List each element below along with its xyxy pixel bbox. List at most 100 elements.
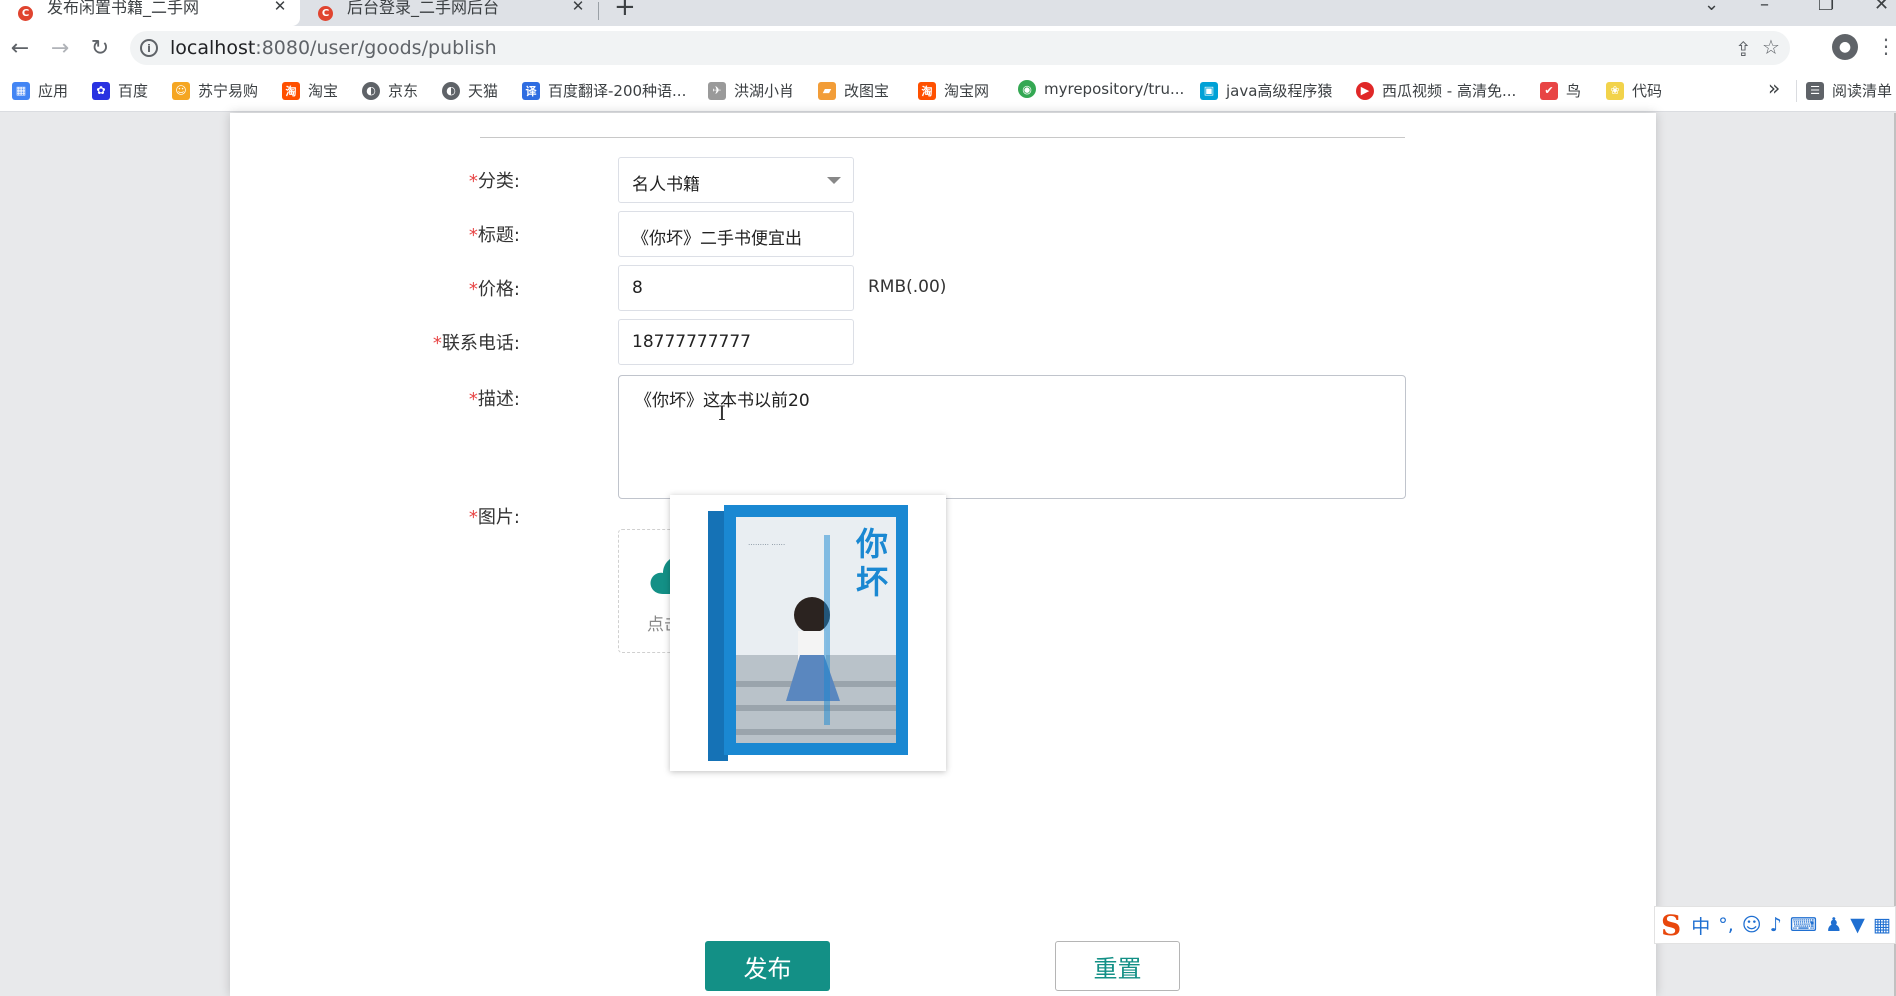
- bookmark-item[interactable]: ✈ 洪湖小肖: [708, 80, 794, 101]
- required-mark: *: [468, 389, 478, 410]
- title-input[interactable]: 《你坏》二手书便宜出: [618, 211, 854, 257]
- image-preview[interactable]: ……… …… 你坏: [670, 495, 946, 771]
- description-textarea[interactable]: 《你坏》这本书以前20: [618, 375, 1406, 499]
- minimize-icon[interactable]: –: [1760, 0, 1769, 15]
- bookmark-item[interactable]: ◉ myrepository/tru...: [1018, 80, 1184, 98]
- bookmark-label: 淘宝网: [944, 82, 990, 100]
- tab-publish[interactable]: C 发布闲置书籍_二手网 ✕: [0, 0, 300, 26]
- reset-button[interactable]: 重置: [1055, 941, 1180, 991]
- required-mark: *: [432, 333, 442, 354]
- bookmark-item[interactable]: ▣ java高级程序猿: [1200, 80, 1332, 101]
- bird-icon: ✔: [1540, 81, 1558, 100]
- restore-icon[interactable]: ❐: [1818, 0, 1834, 15]
- grid-icon[interactable]: ▦: [1873, 914, 1891, 936]
- address-bar[interactable]: i localhost:8080/user/goods/publish ⇪ ☆: [130, 31, 1790, 65]
- folder-icon: ▰: [818, 81, 836, 100]
- chrome-icon: ◉: [1018, 80, 1036, 98]
- sogou-logo-icon[interactable]: S: [1661, 909, 1681, 942]
- globe-icon: ◐: [362, 81, 380, 100]
- bookmark-item[interactable]: 淘 淘宝: [282, 80, 338, 101]
- phone-input[interactable]: 18777777777: [618, 319, 854, 365]
- bookmark-item[interactable]: ◐ 天猫: [442, 80, 498, 101]
- tab-separator: [598, 2, 599, 20]
- microphone-icon[interactable]: ♪: [1770, 914, 1782, 936]
- site-favicon-icon: C: [318, 5, 333, 21]
- category-label: *分类:: [370, 167, 520, 193]
- bookmarks-bar: ▦ 应用 ✿ 百度 ☺ 苏宁易购 淘 淘宝 ◐ 京东 ◐ 天猫 译 百度翻译-2…: [0, 70, 1896, 112]
- ime-toolbar[interactable]: S 中 °, ☺ ♪ ⌨ ♟ ▼ ▦: [1654, 906, 1896, 944]
- bookmark-item[interactable]: ▦ 应用: [12, 80, 68, 101]
- menu-kebab-icon[interactable]: ⋮: [1876, 34, 1896, 58]
- ime-punctuation[interactable]: °,: [1718, 914, 1734, 936]
- bookmark-label: 改图宝: [844, 82, 890, 100]
- bookmark-label: 百度: [118, 82, 149, 100]
- required-mark: *: [468, 507, 478, 528]
- price-input[interactable]: 8: [618, 265, 854, 311]
- site-favicon-icon: C: [18, 5, 33, 21]
- close-tab-icon[interactable]: ✕: [270, 0, 290, 15]
- reading-list-icon: ☰: [1806, 81, 1824, 100]
- bookmark-label: 应用: [38, 82, 69, 100]
- globe-icon: ◐: [442, 81, 460, 100]
- keyboard-icon[interactable]: ⌨: [1790, 914, 1817, 936]
- emoji-icon[interactable]: ☺: [1742, 914, 1762, 936]
- label-text: 标题:: [477, 225, 520, 246]
- price-unit: RMB(.00): [868, 277, 947, 297]
- bookmark-label: 鸟: [1566, 82, 1582, 100]
- bird-icon: ✈: [708, 81, 726, 100]
- apps-grid-icon: ▦: [12, 81, 30, 100]
- leaf-icon: ❀: [1606, 81, 1624, 100]
- tab-search-icon[interactable]: ⌄: [1704, 0, 1719, 15]
- baidu-paw-icon: ✿: [92, 81, 110, 100]
- bilibili-tv-icon: ▣: [1200, 81, 1218, 100]
- translate-icon: 译: [522, 81, 540, 100]
- bookmark-item[interactable]: ▰ 改图宝: [818, 80, 889, 101]
- share-icon[interactable]: ⇪: [1735, 37, 1752, 61]
- bookmark-item[interactable]: ☺ 苏宁易购: [172, 80, 258, 101]
- label-text: 价格:: [477, 279, 520, 300]
- label-text: 图片:: [477, 507, 520, 528]
- bookmark-label: myrepository/tru...: [1044, 80, 1185, 98]
- user-icon[interactable]: ♟: [1825, 914, 1842, 936]
- bookmark-item[interactable]: 译 百度翻译-200种语...: [522, 80, 686, 101]
- bookmark-item[interactable]: ✔ 鸟: [1540, 80, 1581, 101]
- reading-list[interactable]: ☰ 阅读清单: [1806, 80, 1892, 101]
- bookmark-label: 百度翻译-200种语...: [548, 82, 687, 100]
- tab-admin-login[interactable]: C 后台登录_二手网后台 ✕: [300, 0, 598, 26]
- description-label: *描述:: [370, 385, 520, 411]
- image-label: *图片:: [370, 503, 520, 529]
- ime-mode[interactable]: 中: [1691, 912, 1710, 939]
- suning-icon: ☺: [172, 81, 190, 100]
- bookmark-item[interactable]: ✿ 百度: [92, 80, 148, 101]
- chevron-down-icon: [827, 177, 841, 184]
- bookmark-item[interactable]: ◐ 京东: [362, 80, 418, 101]
- close-window-icon[interactable]: ✕: [1874, 0, 1889, 15]
- bookmark-item[interactable]: 淘 淘宝网: [918, 80, 989, 101]
- profile-avatar-icon[interactable]: ●: [1832, 34, 1858, 60]
- bookmark-label: 洪湖小肖: [734, 82, 795, 100]
- bookmark-label: 京东: [388, 82, 419, 100]
- publish-form-page: *分类: 名人书籍 *标题: 《你坏》二手书便宜出 *价格: 8 RMB(.00…: [230, 113, 1656, 996]
- label-text: 分类:: [477, 171, 520, 192]
- publish-button[interactable]: 发布: [705, 941, 830, 991]
- bookmark-label: 西瓜视频 - 高清免...: [1382, 82, 1517, 100]
- bookmarks-separator: [1796, 80, 1797, 102]
- bookmark-item[interactable]: ❀ 代码: [1606, 80, 1662, 101]
- forward-icon[interactable]: →: [46, 34, 74, 62]
- bookmark-star-icon[interactable]: ☆: [1762, 35, 1780, 59]
- close-tab-icon[interactable]: ✕: [568, 0, 588, 15]
- bookmark-label: 代码: [1632, 82, 1663, 100]
- category-select[interactable]: 名人书籍: [618, 157, 854, 203]
- bookmark-label: 淘宝: [308, 82, 339, 100]
- reading-list-label: 阅读清单: [1832, 82, 1893, 100]
- title-label: *标题:: [370, 221, 520, 247]
- url-path: :8080/user/goods/publish: [255, 37, 497, 59]
- new-tab-icon[interactable]: +: [614, 0, 636, 22]
- bookmarks-overflow-icon[interactable]: »: [1768, 76, 1780, 100]
- back-icon[interactable]: ←: [6, 34, 34, 62]
- label-text: 描述:: [477, 389, 520, 410]
- bookmark-item[interactable]: ▶ 西瓜视频 - 高清免...: [1356, 80, 1516, 101]
- skin-icon[interactable]: ▼: [1850, 914, 1865, 936]
- site-info-icon[interactable]: i: [140, 39, 158, 57]
- reload-icon[interactable]: ↻: [86, 34, 114, 62]
